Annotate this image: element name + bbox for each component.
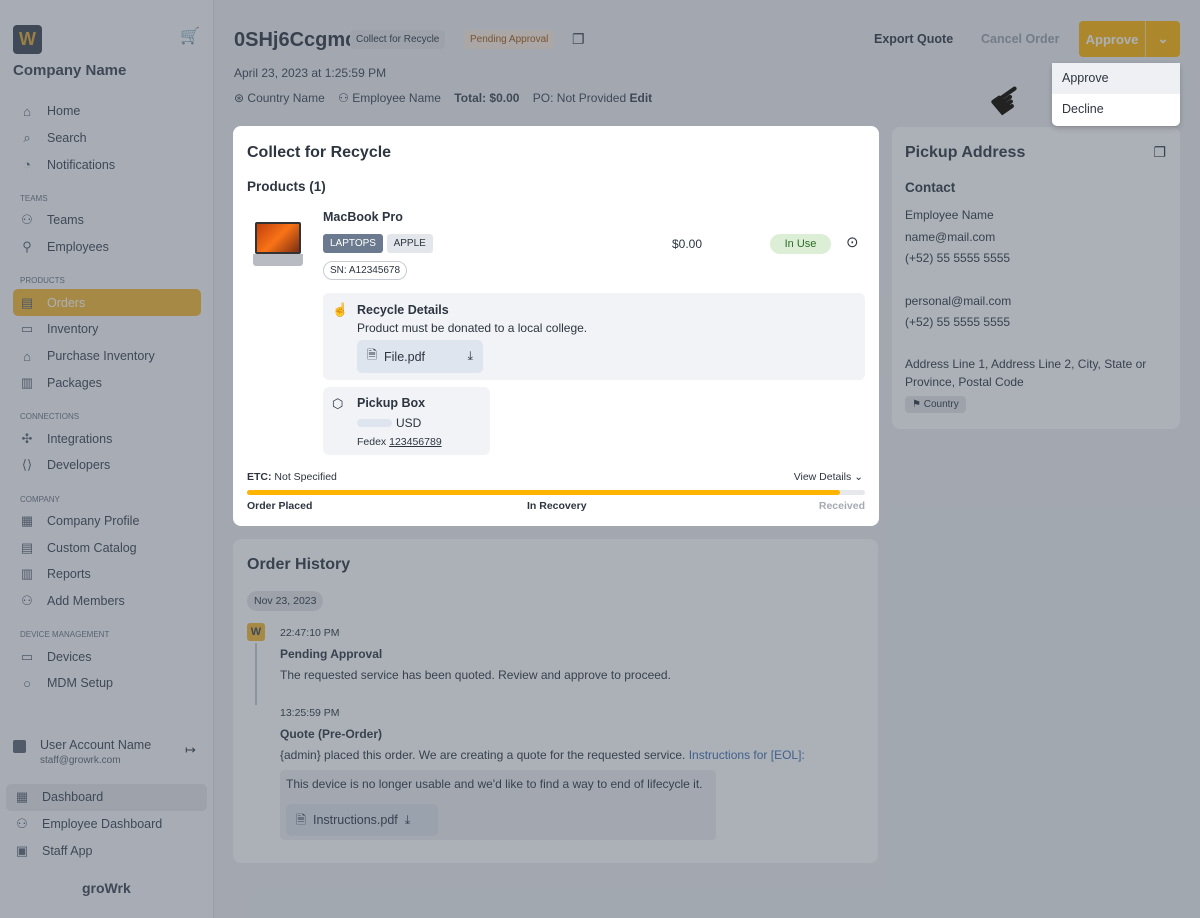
- price-placeholder: [357, 419, 392, 427]
- tag-brand: APPLE: [386, 234, 433, 253]
- progress-fill: [247, 490, 841, 495]
- currency: USD: [396, 416, 422, 430]
- product-tags: LAPTOPS APPLE: [323, 234, 433, 253]
- step-order-placed: Order Placed: [247, 500, 313, 512]
- step-received: Received: [818, 500, 865, 512]
- download-icon[interactable]: ⤓: [467, 349, 473, 364]
- progress-track: [247, 490, 865, 495]
- recycle-hand-icon: ☝: [332, 302, 349, 317]
- view-details-button[interactable]: View Details ⌄: [794, 471, 863, 483]
- order-card-title: Collect for Recycle: [247, 144, 392, 161]
- product-status: In Use: [770, 234, 831, 254]
- carrier: Fedex: [357, 436, 387, 448]
- order-card: Collect for Recycle Products (1) MacBook…: [233, 126, 879, 526]
- product-image: [255, 222, 301, 254]
- products-label: Products (1): [247, 179, 326, 194]
- pickup-title: Pickup Box: [357, 396, 426, 410]
- approve-dropdown: Approve Decline: [1052, 63, 1180, 126]
- product-image-base: [253, 254, 303, 266]
- recycle-title: Recycle Details: [357, 303, 449, 317]
- product-name: MacBook Pro: [323, 210, 403, 224]
- pickup-box: ⬡ Pickup Box USD Fedex 123456789: [323, 387, 490, 455]
- view-details-label: View Details: [793, 471, 852, 483]
- step-in-recovery: In Recovery: [527, 500, 587, 512]
- recycle-details: ☝ Recycle Details Product must be donate…: [323, 293, 865, 380]
- etc-label: ETC:: [247, 471, 272, 483]
- dropdown-decline[interactable]: Decline: [1052, 94, 1180, 125]
- tag-category: LAPTOPS: [323, 234, 383, 253]
- etc-value: Not Specified: [274, 471, 337, 483]
- serial-number: SN: A12345678: [323, 261, 408, 280]
- dropdown-approve[interactable]: Approve: [1052, 63, 1180, 94]
- etc: ETC: Not Specified: [247, 471, 337, 483]
- box-icon: ⬡: [332, 396, 344, 411]
- recycle-text: Product must be donated to a local colle…: [357, 321, 588, 335]
- more-options-icon[interactable]: ⊙: [846, 233, 859, 251]
- tracking-link[interactable]: 123456789: [389, 436, 442, 448]
- recycle-file[interactable]: 🗎 File.pdf ⤓: [357, 340, 483, 373]
- product-price: $0.00: [672, 237, 703, 251]
- file-name: File.pdf: [384, 349, 425, 364]
